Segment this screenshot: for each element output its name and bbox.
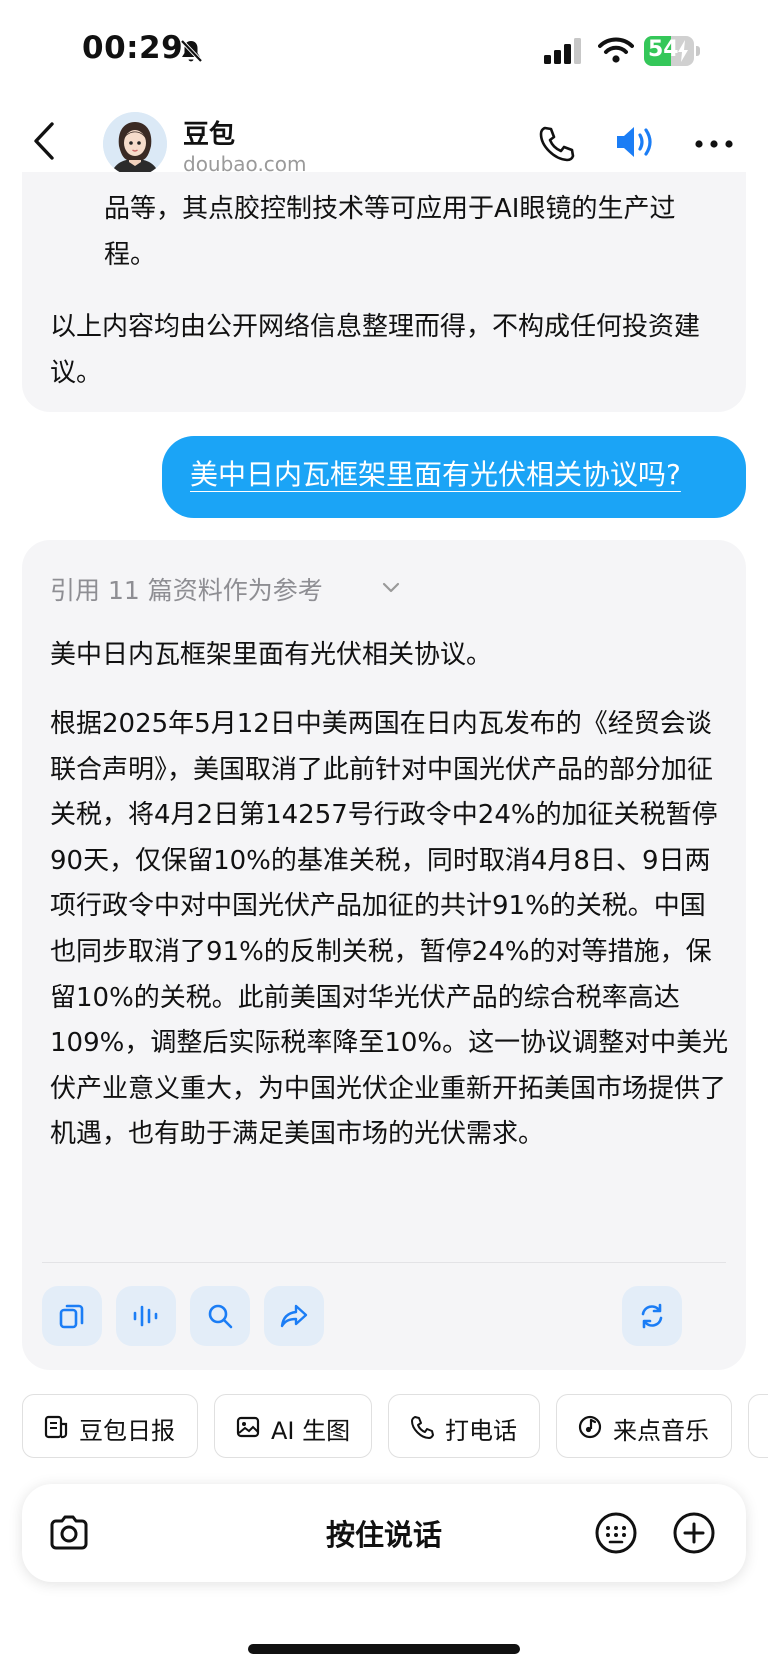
keyboard-icon[interactable]	[594, 1511, 638, 1555]
user-message-bubble[interactable]: 美中日内瓦框架里面有光伏相关协议吗?	[162, 436, 746, 518]
status-bar: 00:29 54	[0, 0, 768, 100]
input-bar: 按住说话	[22, 1484, 746, 1582]
references-toggle[interactable]: 引用 11 篇资料作为参考	[50, 571, 323, 607]
chip-label: 豆包日报	[79, 1417, 175, 1445]
chip-label: AI 生图	[271, 1417, 351, 1445]
search-button[interactable]	[190, 1286, 250, 1346]
user-message-text: 美中日内瓦框架里面有光伏相关协议吗?	[190, 458, 681, 491]
bell-muted-icon	[180, 39, 203, 63]
phone-call-icon[interactable]	[536, 124, 576, 164]
answer-summary: 美中日内瓦框架里面有光伏相关协议。	[50, 640, 493, 670]
home-indicator	[248, 1644, 520, 1654]
read-aloud-button[interactable]	[116, 1286, 176, 1346]
quick-actions-bar: 豆包日报 AI 生图 打电话 来点音乐	[0, 1394, 768, 1462]
speaker-on-icon[interactable]	[614, 122, 658, 162]
daily-report-icon	[44, 1415, 68, 1439]
chip-phone-call[interactable]: 打电话	[388, 1394, 540, 1458]
answer-body: 根据2025年5月12日中美两国在日内瓦发布的《经贸会谈联合声明》，美国取消了此…	[50, 709, 729, 1150]
plus-icon[interactable]	[672, 1511, 716, 1555]
bot-name: 豆包	[183, 120, 236, 150]
divider	[42, 1262, 726, 1263]
image-icon	[236, 1416, 260, 1438]
copy-button[interactable]	[42, 1286, 102, 1346]
ai-message-bubble: 引用 11 篇资料作为参考 美中日内瓦框架里面有光伏相关协议。 根据2025年5…	[22, 540, 746, 1370]
music-icon	[578, 1415, 602, 1439]
battery-percent: 54	[648, 37, 679, 62]
battery-indicator: 54	[644, 36, 700, 66]
voice-wave-icon	[133, 1305, 158, 1327]
more-options-icon[interactable]	[694, 138, 734, 150]
phone-icon	[411, 1416, 434, 1439]
chip-more[interactable]	[748, 1394, 768, 1458]
chevron-down-icon[interactable]	[382, 582, 400, 594]
regenerate-icon	[641, 1303, 663, 1329]
search-icon	[208, 1304, 233, 1329]
clock: 00:29	[82, 30, 184, 66]
charging-bolt-icon	[678, 40, 688, 62]
previous-ai-message: 品等，其点胶控制技术等可应用于AI眼镜的生产过程。 以上内容均由公开网络信息整理…	[22, 172, 746, 412]
chip-ai-image[interactable]: AI 生图	[214, 1394, 372, 1458]
cellular-signal-icon	[544, 38, 581, 64]
wifi-icon	[598, 37, 634, 63]
share-icon	[280, 1304, 308, 1328]
back-arrow-icon[interactable]	[28, 120, 62, 162]
share-button[interactable]	[264, 1286, 324, 1346]
previous-message-disclaimer: 以上内容均由公开网络信息整理而得，不构成任何投资建议。	[50, 312, 701, 388]
chip-label: 打电话	[445, 1417, 517, 1445]
copy-icon	[59, 1304, 84, 1329]
chip-daily-report[interactable]: 豆包日报	[22, 1394, 198, 1458]
regenerate-button[interactable]	[622, 1286, 682, 1346]
avatar[interactable]	[103, 112, 167, 176]
chip-music[interactable]: 来点音乐	[556, 1394, 732, 1458]
previous-message-bullet-tail: 品等，其点胶控制技术等可应用于AI眼镜的生产过程。	[104, 194, 676, 270]
chip-label: 来点音乐	[613, 1417, 709, 1445]
